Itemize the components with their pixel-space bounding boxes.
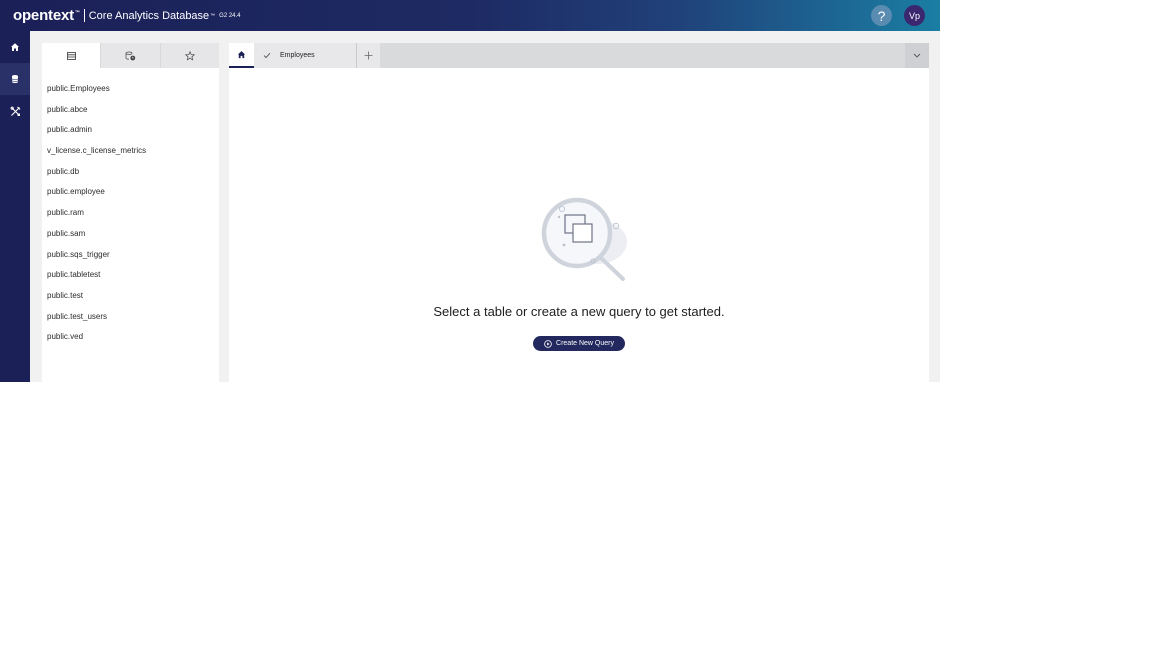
chevron-down-icon (913, 53, 921, 58)
history-icon (125, 51, 136, 60)
table-item[interactable]: public.db (42, 162, 219, 183)
table-item[interactable]: public.admin (42, 120, 219, 141)
play-circle-icon (544, 339, 552, 348)
table-list: public.Employees public.abce public.admi… (42, 68, 219, 348)
brand: opentext™ Core Analytics Database ™ G2 2… (13, 7, 241, 24)
left-navigation (0, 31, 30, 382)
tools-icon (10, 106, 20, 116)
app-window: opentext™ Core Analytics Database ™ G2 2… (0, 0, 940, 382)
table-item[interactable]: public.test_users (42, 307, 219, 328)
nav-tools[interactable] (0, 95, 30, 127)
table-item[interactable]: public.ram (42, 203, 219, 224)
home-icon (237, 51, 246, 59)
tab-tables[interactable] (42, 43, 101, 68)
plus-icon (364, 51, 373, 60)
table-item[interactable]: v_license.c_license_metrics (42, 141, 219, 162)
product-trademark: ™ (210, 12, 216, 19)
create-new-query-button[interactable]: Create New Query (533, 336, 625, 351)
table-item[interactable]: public.ved (42, 327, 219, 348)
add-tab-button[interactable] (356, 43, 380, 68)
check-icon (263, 52, 271, 59)
empty-state-title: Select a table or create a new query to … (433, 304, 725, 319)
help-button[interactable]: ? (871, 5, 892, 26)
product-name: Core Analytics Database (88, 9, 210, 22)
nav-database[interactable] (0, 63, 30, 95)
create-new-query-label: Create New Query (556, 340, 614, 347)
query-tab-bar: Employees (229, 43, 929, 68)
panel-tabs (42, 43, 219, 68)
user-avatar[interactable]: Vp (904, 5, 925, 26)
tab-history[interactable] (100, 43, 160, 68)
tab-list-dropdown[interactable] (905, 43, 929, 68)
product-version: G2 24.4 (219, 12, 241, 19)
database-icon (11, 75, 19, 84)
table-item[interactable]: public.sqs_trigger (42, 245, 219, 266)
brand-separator (83, 9, 85, 22)
table-item[interactable]: public.abce (42, 100, 219, 121)
nav-home[interactable] (0, 31, 30, 63)
table-browser-panel: public.Employees public.abce public.admi… (42, 43, 219, 382)
top-header: opentext™ Core Analytics Database ™ G2 2… (0, 0, 940, 31)
home-icon (11, 43, 19, 51)
tab-home[interactable] (229, 43, 254, 68)
tab-favorites[interactable] (159, 43, 219, 68)
query-workspace: Employees Select a table or create a new… (229, 43, 929, 382)
table-item[interactable]: public.Employees (42, 79, 219, 100)
table-item[interactable]: public.test (42, 286, 219, 307)
tab-label: Employees (280, 52, 315, 59)
table-list-icon (66, 51, 76, 60)
star-icon (184, 50, 195, 61)
tab-employees[interactable]: Employees (254, 43, 356, 68)
table-item[interactable]: public.employee (42, 182, 219, 203)
magnifier-illustration (541, 197, 627, 281)
tab-bar-spacer (380, 43, 905, 68)
opentext-logo: opentext™ (13, 7, 80, 24)
table-item[interactable]: public.tabletest (42, 265, 219, 286)
table-item[interactable]: public.sam (42, 224, 219, 245)
